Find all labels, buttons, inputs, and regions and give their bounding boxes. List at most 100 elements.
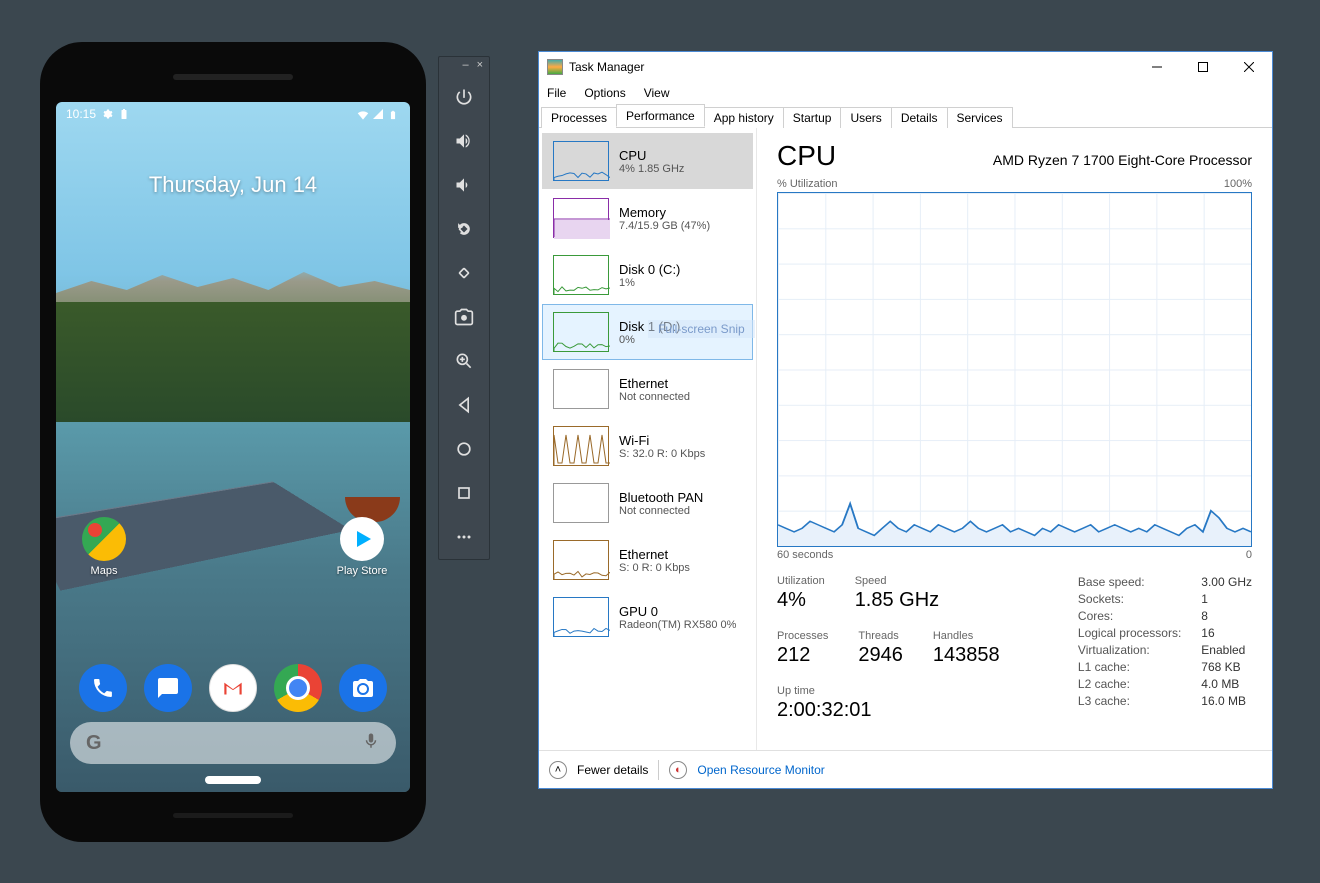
kv-value: 8 bbox=[1201, 609, 1252, 623]
kv-value: 16.0 MB bbox=[1201, 694, 1252, 708]
tab-bar: Processes Performance App history Startu… bbox=[539, 104, 1272, 128]
emu-power-button[interactable] bbox=[438, 75, 490, 119]
sidebar-item-title: Disk 0 (C:) bbox=[619, 262, 680, 277]
sidebar-item-btpan[interactable]: Bluetooth PANNot connected bbox=[542, 475, 753, 531]
home-date-widget[interactable]: Thursday, Jun 14 bbox=[56, 172, 410, 198]
gmail-app-icon[interactable] bbox=[209, 664, 257, 712]
sidebar-item-subtitle: 7.4/15.9 GB (47%) bbox=[619, 220, 710, 232]
android-statusbar[interactable]: 10:15 bbox=[56, 102, 410, 126]
sparkline-mem bbox=[553, 198, 609, 238]
sidebar-item-subtitle: 4% 1.85 GHz bbox=[619, 163, 684, 175]
app-label: Play Store bbox=[337, 565, 388, 577]
sidebar-item-title: Bluetooth PAN bbox=[619, 490, 703, 505]
emu-rotate-left-button[interactable] bbox=[438, 207, 490, 251]
nav-home-pill[interactable] bbox=[205, 776, 261, 784]
task-manager-window: Task Manager File Options View Processes… bbox=[538, 51, 1273, 789]
statusbar-time: 10:15 bbox=[66, 107, 96, 121]
phone-app-icon[interactable] bbox=[79, 664, 127, 712]
menu-view[interactable]: View bbox=[644, 86, 670, 100]
app-maps[interactable]: Maps bbox=[74, 517, 134, 577]
stat-label: Processes bbox=[777, 630, 828, 642]
sparkline-btpan bbox=[553, 483, 609, 523]
sidebar-item-subtitle: Not connected bbox=[619, 505, 703, 517]
y-axis-max: 100% bbox=[1224, 178, 1252, 190]
sparkline-gpu bbox=[553, 597, 609, 637]
y-axis-label: % Utilization bbox=[777, 178, 838, 190]
kv-key: L3 cache: bbox=[1078, 694, 1181, 708]
kv-key: L1 cache: bbox=[1078, 660, 1181, 674]
stat-label: Handles bbox=[933, 630, 1000, 642]
tab-details[interactable]: Details bbox=[891, 107, 948, 128]
phone-earpiece bbox=[173, 74, 293, 80]
sidebar-item-subtitle: 1% bbox=[619, 277, 680, 289]
sidebar-item-eth0[interactable]: EthernetNot connected bbox=[542, 361, 753, 417]
sidebar-item-wifi[interactable]: Wi-FiS: 32.0 R: 0 Kbps bbox=[542, 418, 753, 474]
sidebar-item-disk0[interactable]: Disk 0 (C:)1% bbox=[542, 247, 753, 303]
tab-processes[interactable]: Processes bbox=[541, 107, 617, 128]
stat-speed: 1.85 GHz bbox=[855, 589, 939, 612]
emulator-close-button[interactable]: × bbox=[477, 59, 483, 73]
sidebar-item-mem[interactable]: Memory7.4/15.9 GB (47%) bbox=[542, 190, 753, 246]
emu-more-button[interactable] bbox=[438, 515, 490, 559]
sidebar-item-subtitle: S: 32.0 R: 0 Kbps bbox=[619, 448, 705, 460]
camera-app-icon[interactable] bbox=[339, 664, 387, 712]
close-button[interactable] bbox=[1226, 52, 1272, 82]
stat-label: Utilization bbox=[777, 575, 825, 587]
sidebar-item-cpu[interactable]: CPU4% 1.85 GHz bbox=[542, 133, 753, 189]
kv-key: Base speed: bbox=[1078, 575, 1181, 589]
wifi-icon bbox=[356, 108, 368, 120]
emu-back-button[interactable] bbox=[438, 383, 490, 427]
emu-screenshot-button[interactable] bbox=[438, 295, 490, 339]
task-manager-footer: ˄ Fewer details ◐ Open Resource Monitor bbox=[539, 750, 1272, 788]
emu-rotate-right-button[interactable] bbox=[438, 251, 490, 295]
cpu-properties-grid: Base speed:3.00 GHzSockets:1Cores:8Logic… bbox=[1078, 575, 1252, 722]
android-emulator-frame: 10:15 Thursday, Jun 14 bbox=[40, 42, 426, 842]
emu-recent-button[interactable] bbox=[438, 471, 490, 515]
sidebar-item-eth1[interactable]: EthernetS: 0 R: 0 Kbps bbox=[542, 532, 753, 588]
sidebar-item-title: Ethernet bbox=[619, 376, 690, 391]
tab-performance[interactable]: Performance bbox=[616, 104, 705, 127]
maximize-button[interactable] bbox=[1180, 52, 1226, 82]
cpu-utilization-chart[interactable] bbox=[777, 192, 1252, 547]
tab-users[interactable]: Users bbox=[840, 107, 891, 128]
chrome-app-icon[interactable] bbox=[274, 664, 322, 712]
emu-zoom-button[interactable] bbox=[438, 339, 490, 383]
emulator-minimize-button[interactable]: – bbox=[462, 59, 468, 73]
sidebar-item-title: Memory bbox=[619, 205, 710, 220]
open-resource-monitor-link[interactable]: Open Resource Monitor bbox=[697, 763, 824, 777]
mic-icon[interactable] bbox=[362, 732, 380, 755]
sidebar-item-title: Wi-Fi bbox=[619, 433, 705, 448]
kv-key: Virtualization: bbox=[1078, 643, 1181, 657]
phone-bottom-speaker bbox=[173, 813, 293, 818]
sidebar-item-title: GPU 0 bbox=[619, 604, 736, 619]
kv-value: 4.0 MB bbox=[1201, 677, 1252, 691]
fewer-details-button[interactable]: Fewer details bbox=[577, 763, 648, 777]
menu-options[interactable]: Options bbox=[584, 86, 625, 100]
minimize-button[interactable] bbox=[1134, 52, 1180, 82]
menu-file[interactable]: File bbox=[547, 86, 566, 100]
tab-services[interactable]: Services bbox=[947, 107, 1013, 128]
sparkline-eth1 bbox=[553, 540, 609, 580]
play-store-icon bbox=[340, 517, 384, 561]
performance-sidebar[interactable]: CPU4% 1.85 GHzMemory7.4/15.9 GB (47%)Dis… bbox=[539, 128, 757, 750]
app-play-store[interactable]: Play Store bbox=[332, 517, 392, 577]
titlebar[interactable]: Task Manager bbox=[539, 52, 1272, 82]
google-search-bar[interactable]: G bbox=[70, 722, 396, 764]
messages-app-icon[interactable] bbox=[144, 664, 192, 712]
cpu-model: AMD Ryzen 7 1700 Eight-Core Processor bbox=[993, 152, 1252, 168]
kv-value: Enabled bbox=[1201, 643, 1252, 657]
phone-screen[interactable]: 10:15 Thursday, Jun 14 bbox=[56, 102, 410, 792]
tab-app-history[interactable]: App history bbox=[704, 107, 784, 128]
emu-volume-up-button[interactable] bbox=[438, 119, 490, 163]
stat-processes: 212 bbox=[777, 644, 828, 667]
chevron-up-icon[interactable]: ˄ bbox=[549, 761, 567, 779]
stat-label: Speed bbox=[855, 575, 939, 587]
sidebar-item-gpu[interactable]: GPU 0Radeon(TM) RX580 0% bbox=[542, 589, 753, 645]
sparkline-cpu bbox=[553, 141, 609, 181]
emu-volume-down-button[interactable] bbox=[438, 163, 490, 207]
emu-home-button[interactable] bbox=[438, 427, 490, 471]
tab-startup[interactable]: Startup bbox=[783, 107, 842, 128]
snip-tooltip: Full-screen Snip bbox=[648, 320, 755, 338]
stat-uptime: 2:00:32:01 bbox=[777, 699, 1000, 722]
stat-label: Up time bbox=[777, 685, 1000, 697]
